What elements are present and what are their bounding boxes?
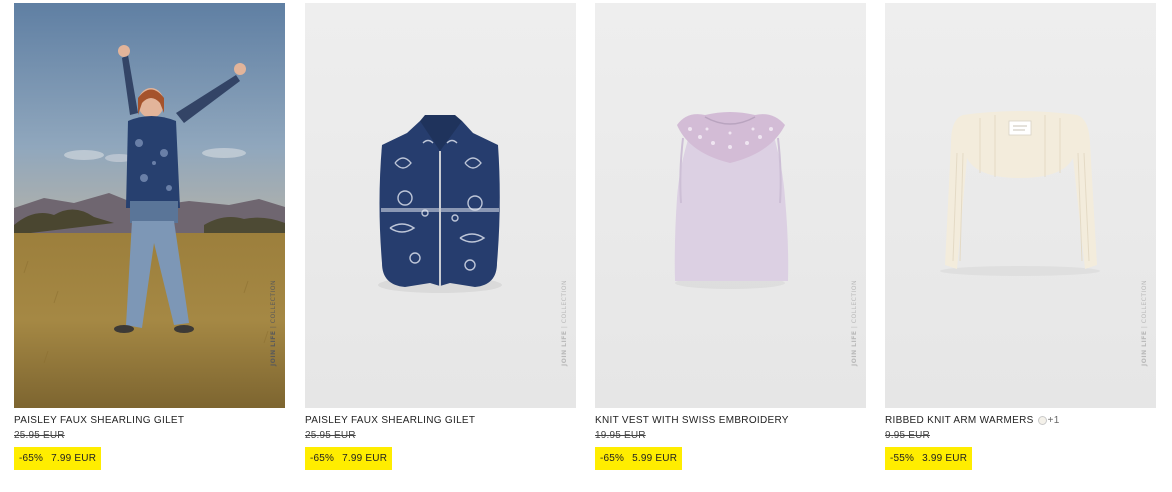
girl-in-field-photo: [14, 3, 285, 408]
cream-arm-warmers-photo: [940, 111, 1100, 276]
sale-price-badge: -65% 7.99 EUR: [14, 447, 102, 470]
discount-percent: -55%: [890, 453, 915, 464]
product-name-link[interactable]: PAISLEY FAUX SHEARLING GILET: [14, 414, 285, 427]
paisley-gilet-photo: [378, 115, 502, 293]
collection-label: JOIN LIFE | COLLECTION: [561, 280, 568, 366]
product-image[interactable]: JOIN LIFE | COLLECTION: [885, 3, 1156, 408]
discount-percent: -65%: [310, 453, 335, 464]
sale-price-badge: -65% 5.99 EUR: [595, 447, 683, 470]
sale-price: 3.99 EUR: [922, 453, 968, 464]
discount-percent: -65%: [19, 453, 44, 464]
sale-price-badge: -65% 7.99 EUR: [305, 447, 393, 470]
product-grid: JOIN LIFE | COLLECTION PAISLEY FAUX SHEA…: [0, 0, 1172, 492]
product-name-link[interactable]: PAISLEY FAUX SHEARLING GILET: [305, 414, 576, 427]
product-image[interactable]: JOIN LIFE | COLLECTION: [595, 3, 866, 408]
product-name: KNIT VEST WITH SWISS EMBROIDERY: [595, 415, 789, 426]
product-name: PAISLEY FAUX SHEARLING GILET: [14, 415, 185, 426]
collection-label: JOIN LIFE | COLLECTION: [270, 280, 277, 366]
sale-price: 5.99 EUR: [632, 453, 678, 464]
product-card: JOIN LIFE | COLLECTION RIBBED KNIT ARM W…: [885, 3, 1156, 470]
collection-label: JOIN LIFE | COLLECTION: [851, 280, 858, 366]
product-image[interactable]: JOIN LIFE | COLLECTION: [14, 3, 285, 408]
original-price: 25.95 EUR: [305, 430, 356, 441]
sale-price-badge: -55% 3.99 EUR: [885, 447, 973, 470]
product-name-link[interactable]: RIBBED KNIT ARM WARMERS +1: [885, 414, 1156, 427]
original-price: 19.95 EUR: [595, 430, 646, 441]
discount-percent: -65%: [600, 453, 625, 464]
product-card: JOIN LIFE | COLLECTION KNIT VEST WITH SW…: [595, 3, 866, 470]
color-swatch[interactable]: [1037, 416, 1047, 425]
product-image[interactable]: JOIN LIFE | COLLECTION: [305, 3, 576, 408]
product-name-link[interactable]: KNIT VEST WITH SWISS EMBROIDERY: [595, 414, 866, 427]
product-name: RIBBED KNIT ARM WARMERS: [885, 415, 1034, 426]
original-price: 25.95 EUR: [14, 430, 65, 441]
product-name: PAISLEY FAUX SHEARLING GILET: [305, 415, 476, 426]
product-card: JOIN LIFE | COLLECTION PAISLEY FAUX SHEA…: [14, 3, 285, 470]
sale-price: 7.99 EUR: [342, 453, 388, 464]
collection-label: JOIN LIFE | COLLECTION: [1141, 280, 1148, 366]
more-colors-count[interactable]: +1: [1048, 414, 1060, 427]
original-price: 9.95 EUR: [885, 430, 930, 441]
lilac-knit-vest-photo: [674, 112, 789, 289]
sale-price: 7.99 EUR: [51, 453, 97, 464]
product-card: JOIN LIFE | COLLECTION PAISLEY FAUX SHEA…: [305, 3, 576, 470]
